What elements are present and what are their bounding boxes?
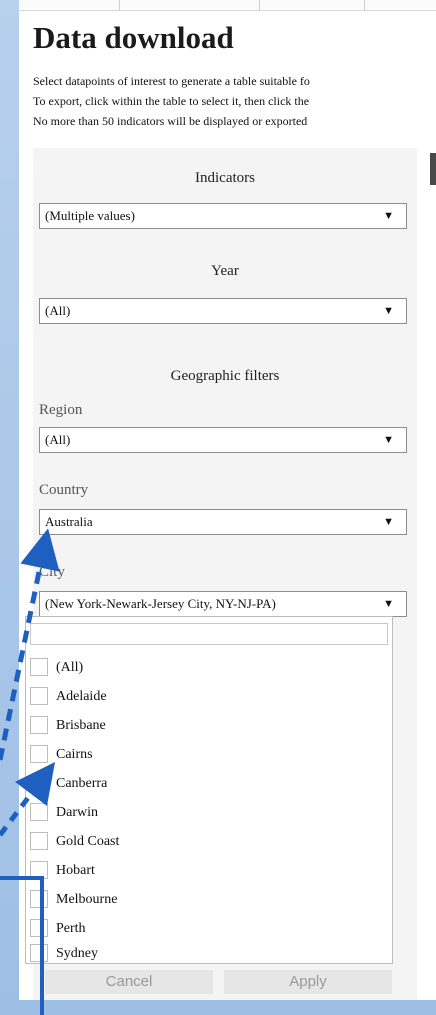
annotation-arrows [0,528,60,1015]
arrow-to-country [0,528,60,761]
arrow-to-checkbox [0,762,56,837]
bracket-line [0,876,44,1015]
